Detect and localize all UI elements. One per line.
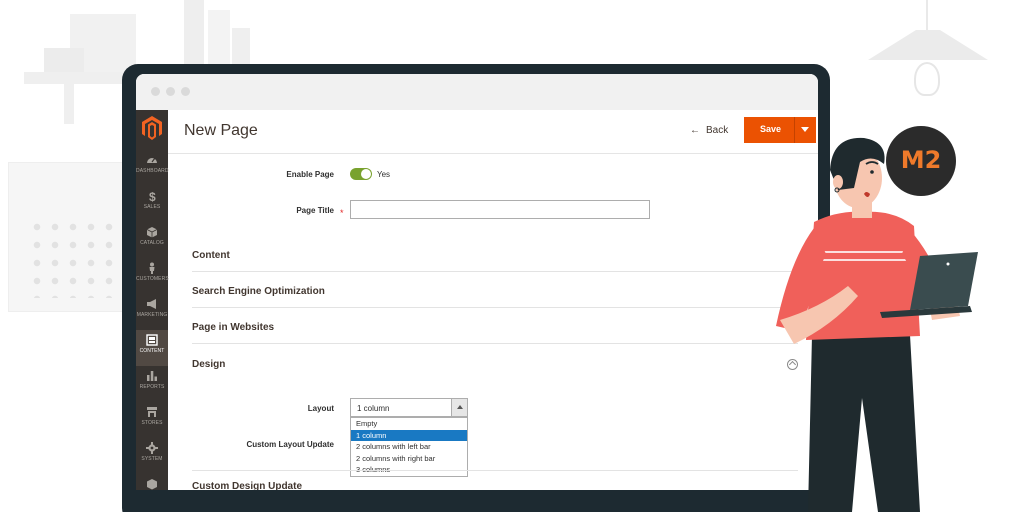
section-title: Page in Websites: [192, 322, 275, 333]
layout-option[interactable]: Empty: [351, 418, 467, 430]
lamp-icon: [868, 30, 988, 60]
window-dot-icon: [181, 87, 190, 96]
page-header: New Page ← Back Save: [168, 110, 818, 154]
sidebar-item-catalog[interactable]: CATALOG: [136, 222, 168, 258]
sidebar-item-label: STORES: [141, 420, 163, 426]
page-title-label: Page Title: [296, 206, 334, 215]
laptop-screen: [910, 252, 978, 310]
sidebar-item-more[interactable]: [136, 474, 168, 490]
section-divider: [192, 435, 798, 471]
sidebar-item-label: MARKETING: [136, 312, 168, 318]
sidebar-item-stores[interactable]: STORES: [136, 402, 168, 438]
sidebar-item-dashboard[interactable]: DASHBOARD: [136, 150, 168, 186]
page-title-input[interactable]: [350, 200, 650, 219]
window-dot-icon: [166, 87, 175, 96]
bg-box: [44, 48, 84, 72]
section-websites[interactable]: Page in Websites: [192, 308, 798, 344]
layout-select-value: 1 column: [357, 404, 390, 413]
bg-dots: [28, 218, 128, 298]
sidebar-item-system[interactable]: SYSTEM: [136, 438, 168, 474]
content-icon: [146, 334, 158, 346]
sidebar-item-label: CATALOG: [140, 240, 164, 246]
sidebar-item-marketing[interactable]: MARKETING: [136, 294, 168, 330]
bg-shelf-leg: [64, 84, 74, 124]
browser-bar: [136, 74, 818, 110]
sidebar-item-content[interactable]: CONTENT: [136, 330, 168, 366]
required-star: *: [340, 208, 344, 218]
ear: [833, 175, 843, 189]
bulb-icon: [914, 62, 940, 96]
section-title: Search Engine Optimization: [192, 286, 325, 297]
section-title: Content: [192, 250, 230, 261]
sidebar-item-reports[interactable]: REPORTS: [136, 366, 168, 402]
sidebar-item-label: SYSTEM: [141, 456, 163, 462]
enable-page-label: Enable Page: [286, 170, 334, 179]
trousers: [808, 335, 920, 512]
sidebar-item-label: CUSTOMERS: [136, 276, 169, 282]
bg-box: [208, 10, 230, 72]
select-arrow-icon[interactable]: [451, 399, 467, 416]
store-icon: [147, 407, 157, 417]
section-seo[interactable]: Search Engine Optimization: [192, 272, 798, 308]
person-illustration: [776, 137, 978, 512]
admin-screen: DASHBOARD $ SALES CATALOG CUSTOMERS MARK…: [136, 74, 818, 490]
eye: [870, 170, 874, 174]
sidebar-item-label: REPORTS: [139, 384, 165, 390]
bg-box: [184, 0, 204, 72]
sidebar-item-sales[interactable]: $ SALES: [136, 186, 168, 222]
back-label: Back: [706, 125, 729, 136]
magento-logo-icon[interactable]: [141, 115, 163, 141]
sidebar-item-label: DASHBOARD: [136, 168, 169, 174]
section-content[interactable]: Content: [192, 236, 798, 272]
extensions-icon: [147, 479, 157, 490]
cube-icon: [146, 227, 158, 238]
bar-chart-icon: [147, 371, 157, 381]
dashboard-icon: [147, 157, 157, 163]
sidebar-item-customers[interactable]: CUSTOMERS: [136, 258, 169, 294]
enable-page-value: Yes: [377, 170, 391, 179]
megaphone-icon: [147, 299, 156, 309]
section-design[interactable]: Design: [192, 345, 798, 381]
window-dot-icon: [151, 87, 160, 96]
enable-page-toggle[interactable]: [350, 168, 372, 180]
lamp-cord: [926, 0, 928, 30]
admin-sidebar: DASHBOARD $ SALES CATALOG CUSTOMERS MARK…: [136, 110, 169, 490]
sidebar-item-label: CONTENT: [139, 348, 165, 354]
gear-icon: [146, 442, 158, 454]
page-title: New Page: [184, 122, 258, 139]
back-button[interactable]: ← Back: [690, 125, 728, 136]
svg-text:$: $: [149, 190, 156, 202]
dollar-icon: $: [149, 190, 156, 202]
toggle-knob: [361, 169, 371, 179]
person-icon: [149, 262, 155, 274]
section-title: Design: [192, 359, 226, 370]
arrow-left-icon: ←: [690, 125, 700, 136]
sidebar-item-label: SALES: [143, 204, 161, 210]
layout-label: Layout: [307, 404, 334, 413]
layout-select[interactable]: 1 column: [350, 398, 468, 417]
section-custom-design[interactable]: Custom Design Update: [192, 481, 302, 490]
